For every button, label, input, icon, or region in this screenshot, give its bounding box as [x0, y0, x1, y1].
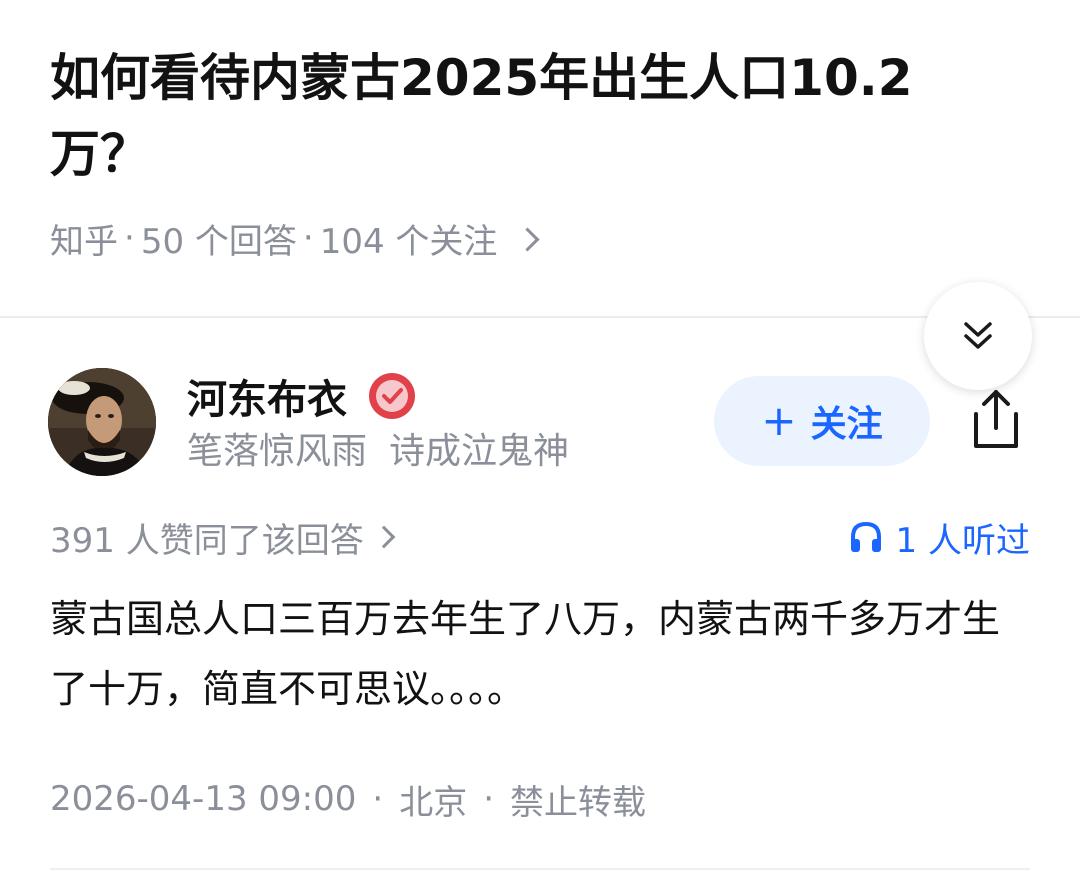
- upvote-text: 391 人赞同了该回答: [50, 520, 364, 561]
- author-name-row[interactable]: 河东布衣: [187, 368, 417, 424]
- listen-button[interactable]: 1 人听过: [848, 512, 1030, 562]
- follow-label: 关注: [810, 404, 883, 445]
- question-meta[interactable]: 知乎 · 50 个回答 · 104 个关注: [50, 212, 540, 264]
- answer-content[interactable]: 蒙古国总人口三百万去年生了八万，内蒙古两千多万才生了十万，简直不可思议。。。。: [50, 584, 1030, 724]
- section-divider: [0, 316, 1080, 318]
- source-label: 知乎: [50, 221, 118, 262]
- chevron-right-icon: [515, 226, 540, 252]
- double-chevron-down-icon: [964, 322, 992, 349]
- collapse-button[interactable]: [924, 282, 1032, 390]
- upvote-summary[interactable]: 391 人赞同了该回答: [50, 512, 396, 562]
- plus-icon: +: [761, 396, 797, 445]
- question-title[interactable]: 如何看待内蒙古2025年出生人口10.2万？: [50, 40, 1010, 192]
- answer-datetime: 2026-04-13 09:00: [50, 779, 357, 819]
- share-icon[interactable]: [966, 388, 1026, 452]
- author-name[interactable]: 河东布衣: [187, 367, 347, 425]
- answer-footer: 2026-04-13 09:00 · 北京 · 禁止转载: [50, 772, 646, 826]
- follow-button[interactable]: + 关注: [714, 376, 930, 466]
- footer-separator: ·: [483, 779, 495, 819]
- author-avatar[interactable]: [48, 368, 156, 476]
- author-bio: 笔落惊风雨 诗成泣鬼神: [187, 428, 569, 476]
- footer-separator: ·: [372, 779, 384, 819]
- answer-location: 北京: [399, 782, 468, 823]
- bottom-divider: [50, 868, 1030, 870]
- answer-count: 50 个回答: [140, 221, 297, 262]
- chevron-right-icon: [372, 525, 396, 549]
- listen-count: 1 人听过: [895, 520, 1030, 561]
- copyright-notice: 禁止转载: [510, 782, 647, 823]
- headphones-icon: [850, 521, 881, 552]
- author-bio-part: 笔落惊风雨: [187, 431, 368, 472]
- portrait-avatar-icon: [48, 368, 156, 476]
- follower-count: 104 个关注: [319, 221, 498, 262]
- meta-separator: ·: [302, 218, 314, 258]
- answer-page: 如何看待内蒙古2025年出生人口10.2万？ 知乎 · 50 个回答 · 104…: [0, 0, 1080, 873]
- meta-separator: ·: [124, 218, 135, 258]
- author-bio-part: 诗成泣鬼神: [389, 431, 570, 472]
- verified-badge-icon: [369, 373, 415, 419]
